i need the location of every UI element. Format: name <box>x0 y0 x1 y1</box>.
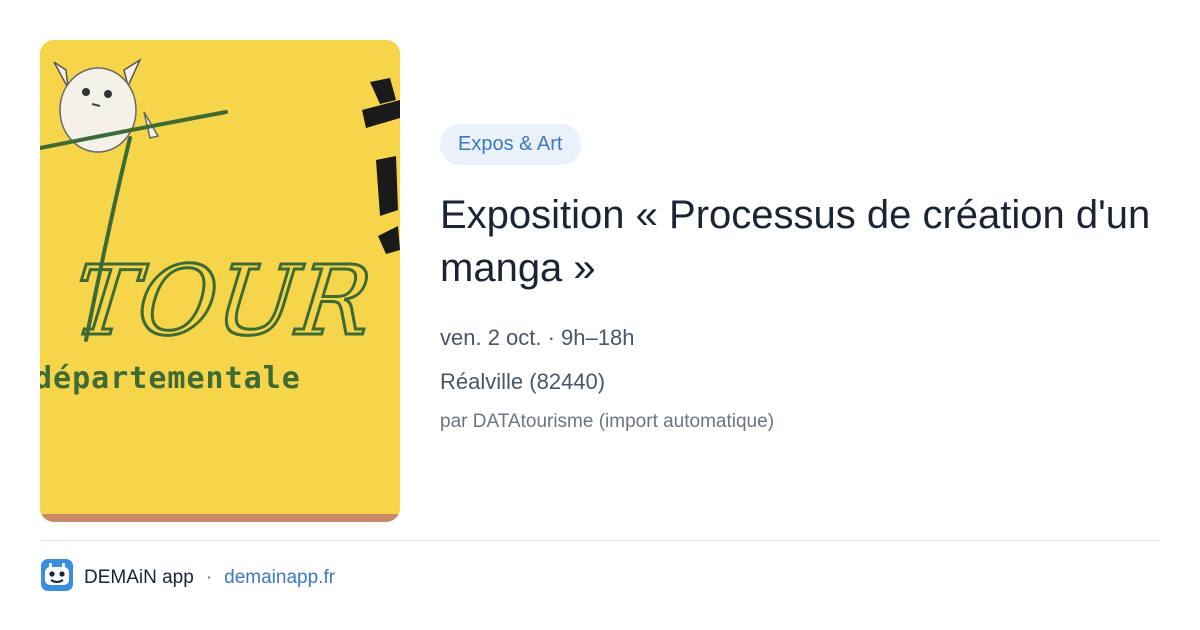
footer-separator: · <box>205 567 213 588</box>
poster-lettering-word: TOUR <box>69 245 377 357</box>
event-details: Expos & Art Exposition « Processus de cr… <box>440 124 1160 433</box>
app-name: DEMAiN app <box>84 567 194 588</box>
domain-link[interactable]: demainapp.fr <box>224 567 335 589</box>
category-badge[interactable]: Expos & Art <box>440 124 581 165</box>
event-title[interactable]: Exposition « Processus de création d'un … <box>440 189 1160 295</box>
robot-face-icon <box>40 558 74 598</box>
event-image[interactable]: TOUR départementale <box>40 40 400 522</box>
event-source: par DATAtourisme (import automatique) <box>440 411 775 432</box>
footer: DEMAiN app · demainapp.fr <box>40 558 335 598</box>
event-location: Réalville (82440) <box>440 369 606 394</box>
footer-divider <box>40 540 1160 541</box>
event-datetime: ven. 2 oct. · 9h–18h <box>440 325 635 350</box>
poster-lettering-subtitle: départementale <box>40 361 301 396</box>
